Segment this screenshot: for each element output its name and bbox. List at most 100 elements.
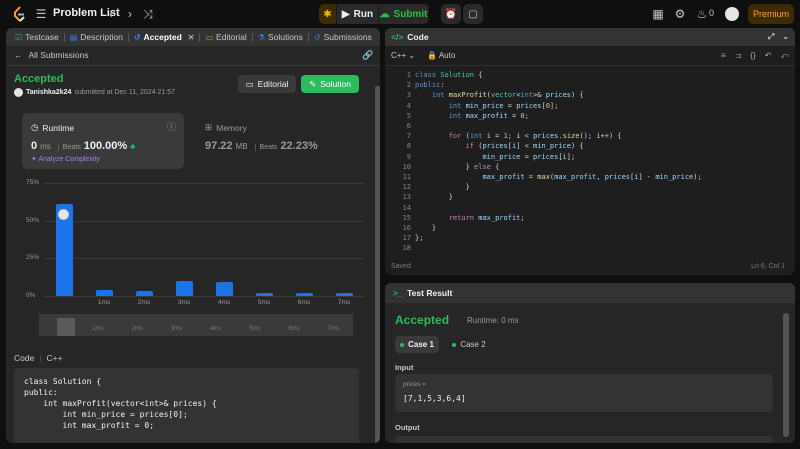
runtime-card[interactable]: ◷ Runtime ⓘ 0 ms Beats 100.00% ♣ ✦ Analyz… bbox=[22, 113, 184, 169]
clock-icon: ◷ bbox=[31, 122, 39, 132]
range-handle[interactable] bbox=[57, 318, 75, 336]
output-label: Output bbox=[395, 423, 420, 432]
scroll-thumb[interactable] bbox=[783, 313, 789, 437]
pass-dot-icon bbox=[400, 342, 405, 347]
output-value-box bbox=[395, 436, 773, 443]
memory-card[interactable]: ⊞ Memory 97.22 MB Beats 22.23% bbox=[196, 113, 358, 169]
format-icon[interactable]: ≡ bbox=[721, 51, 726, 61]
prev-problem-icon[interactable]: ‹ bbox=[103, 6, 119, 22]
editorial-button[interactable]: ▭ Editorial bbox=[238, 75, 296, 93]
tab-editorial[interactable]: ▭ Editorial bbox=[200, 28, 251, 46]
y-tick-label: 0% bbox=[26, 292, 36, 299]
submit-button[interactable]: ☁ Submit bbox=[379, 4, 429, 24]
leaf-icon: ♣ bbox=[130, 142, 136, 151]
x-tick-label: 4ms bbox=[217, 299, 231, 306]
mini-tick-label: 3ms bbox=[170, 326, 183, 332]
username[interactable]: Tanishka2k24 bbox=[26, 89, 71, 96]
problem-list-icon[interactable]: ☰ bbox=[33, 6, 49, 22]
fire-streak-icon[interactable]: ♨ bbox=[694, 6, 710, 22]
share-link-icon[interactable]: 🔗 bbox=[362, 50, 373, 61]
y-tick-label: 50% bbox=[26, 216, 40, 224]
your-submission-avatar bbox=[58, 209, 69, 221]
memory-value: 97.22 MB Beats 22.23% bbox=[205, 140, 318, 152]
case-2-tab[interactable]: Case 2 bbox=[449, 336, 489, 353]
chart-bar[interactable] bbox=[335, 292, 353, 296]
chart-bar[interactable] bbox=[175, 280, 193, 296]
tab-submissions[interactable]: ↺ Submissions bbox=[309, 28, 377, 46]
chart-bar[interactable] bbox=[135, 291, 153, 296]
back-to-submissions[interactable]: ← All Submissions bbox=[14, 50, 89, 60]
scroll-thumb[interactable] bbox=[375, 86, 380, 443]
chart-range-slider[interactable]: 1ms 2ms 3ms 4ms 5ms 6ms 7ms bbox=[39, 314, 353, 336]
chip-icon: ⊞ bbox=[205, 122, 213, 132]
mini-tick-label: 2ms bbox=[131, 326, 143, 332]
leetcode-logo-icon[interactable] bbox=[12, 6, 26, 22]
braces-icon[interactable]: {} bbox=[750, 51, 755, 61]
user-avatar[interactable] bbox=[725, 7, 739, 21]
book-icon: ▭ bbox=[205, 32, 214, 42]
settings-gear-icon[interactable]: ⚙ bbox=[672, 6, 688, 22]
language-select[interactable]: C++ ⌄ bbox=[391, 51, 415, 60]
history-icon: ↺ bbox=[133, 32, 141, 42]
undo-icon[interactable]: ↶ bbox=[765, 51, 772, 61]
info-icon[interactable]: ⓘ bbox=[167, 120, 176, 133]
grid-line bbox=[44, 220, 364, 222]
shuffle-icon[interactable]: ⤨ bbox=[140, 6, 156, 22]
auto-mode-toggle[interactable]: 🔒 Auto bbox=[427, 51, 455, 60]
editor-code[interactable]: class Solution { public: int maxProfit(v… bbox=[415, 70, 702, 243]
book-icon: ▭ bbox=[245, 78, 254, 89]
code-header: Code | C++ bbox=[14, 353, 63, 363]
scrollbar[interactable] bbox=[783, 307, 789, 443]
next-problem-icon[interactable]: › bbox=[122, 6, 138, 22]
mini-tick-label: 1ms bbox=[92, 326, 104, 332]
streak-count: 0 bbox=[709, 8, 715, 18]
cursor-position: Ln 6, Col 1 bbox=[751, 263, 785, 270]
mini-tick-label: 5ms bbox=[249, 326, 261, 332]
solution-button[interactable]: ✎ Solution bbox=[301, 75, 359, 93]
tab-testcase[interactable]: ☑ Testcase bbox=[10, 28, 64, 46]
collapse-icon[interactable]: ⌄ bbox=[782, 32, 789, 42]
timer-button[interactable]: ⏰ bbox=[441, 4, 461, 24]
submission-status: Accepted bbox=[14, 73, 64, 85]
mini-tick-label: 4ms bbox=[209, 326, 222, 332]
layout-grid-icon[interactable]: ▦ bbox=[650, 6, 666, 22]
tab-accepted[interactable]: ↺ Accepted ✕ bbox=[129, 28, 200, 46]
x-tick-label: 5ms bbox=[257, 299, 271, 306]
lock-icon: 🔒 bbox=[427, 51, 438, 60]
tab-description[interactable]: ▤ Description bbox=[65, 28, 128, 46]
maximize-icon[interactable]: ⤢ bbox=[768, 32, 774, 42]
bookmark-icon[interactable]: ⊐ bbox=[735, 51, 742, 61]
chart-bar[interactable] bbox=[95, 289, 113, 296]
analyze-complexity-link[interactable]: ✦ Analyze Complexity bbox=[31, 155, 100, 163]
y-tick-label: 25% bbox=[26, 254, 40, 262]
tab-solutions[interactable]: ⚗ Solutions bbox=[253, 28, 308, 46]
debug-button[interactable]: ✱ bbox=[319, 4, 337, 24]
close-tab-icon[interactable]: ✕ bbox=[188, 33, 195, 42]
input-var-value: [7,1,5,3,6,4] bbox=[403, 394, 466, 403]
chart-bar[interactable] bbox=[295, 292, 313, 296]
submission-meta: Tanishka2k24 submitted at Dec 11, 2024 2… bbox=[14, 88, 175, 97]
code-panel-header: </> Code ⤢ ⌄ bbox=[385, 28, 795, 46]
submitted-time: submitted at Dec 11, 2024 21:57 bbox=[74, 89, 176, 96]
submitted-code[interactable]: class Solution { public: int maxProfit(v… bbox=[14, 368, 359, 443]
test-result-header: >_ Test Result bbox=[385, 283, 795, 303]
code-editor[interactable]: 1 2 3 4 5 6 7 8 9 10 11 12 13 14 15 16 17 18 class Soluti… bbox=[385, 70, 795, 255]
bug-icon: ✱ bbox=[323, 8, 332, 20]
play-icon: ▶ bbox=[341, 8, 350, 20]
run-button[interactable]: ▶ Run bbox=[337, 4, 379, 24]
code-toolbar: C++ ⌄ 🔒 Auto ≡ ⊐ {} ↶ ⤺ bbox=[385, 46, 795, 66]
case-1-tab[interactable]: Case 1 bbox=[395, 336, 439, 353]
reset-icon[interactable]: ⤺ bbox=[780, 51, 789, 61]
note-icon: ▢ bbox=[468, 8, 478, 20]
arrow-left-icon: ← bbox=[14, 50, 23, 60]
chart-bar[interactable] bbox=[215, 282, 233, 296]
chart-bar[interactable] bbox=[255, 292, 273, 296]
scrollbar[interactable] bbox=[375, 64, 380, 443]
premium-button[interactable]: Premium bbox=[748, 4, 794, 24]
line-numbers: 1 2 3 4 5 6 7 8 9 10 11 12 13 14 15 16 17 18 bbox=[402, 71, 411, 253]
divider bbox=[6, 65, 380, 66]
notes-button[interactable]: ▢ bbox=[463, 4, 483, 24]
submission-panel: ☑ Testcase ▤ Description ↺ Accepted ✕ ▭ Edito… bbox=[6, 28, 380, 443]
x-tick-label: 2ms bbox=[137, 299, 151, 306]
history-icon: ↺ bbox=[313, 32, 321, 42]
